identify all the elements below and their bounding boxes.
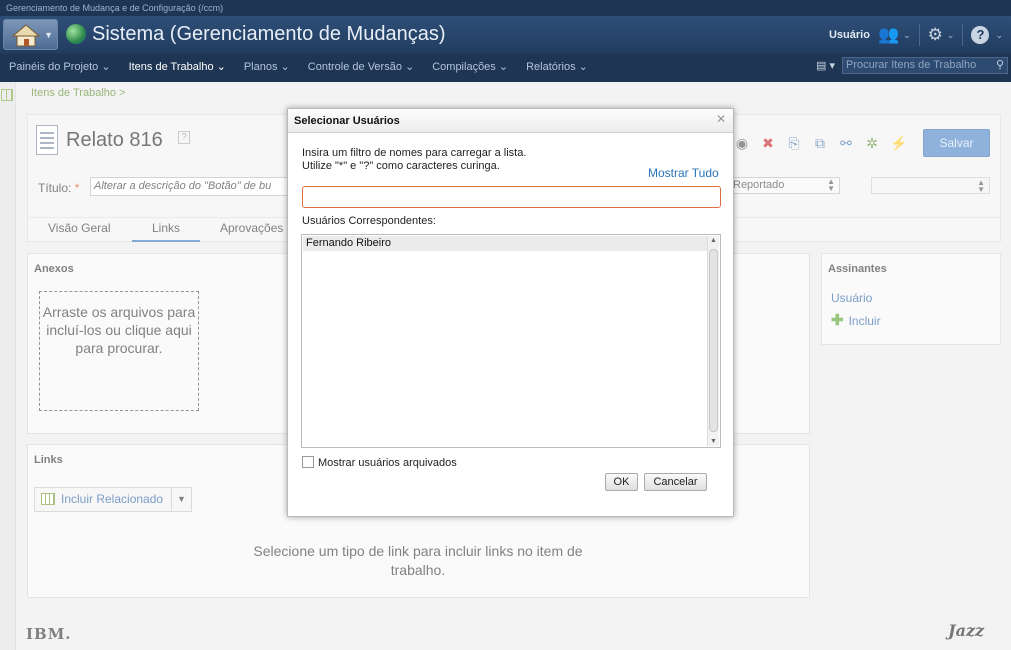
- search-placeholder: Procurar Itens de Trabalho: [846, 59, 977, 71]
- divider: [962, 24, 964, 46]
- chevron-down-icon[interactable]: ⌄: [995, 30, 1003, 41]
- app-caption: Gerenciamento de Mudança e de Configuraç…: [6, 3, 224, 13]
- scroll-down-icon[interactable]: ▼: [708, 438, 719, 445]
- user-filter-input[interactable]: [302, 186, 721, 208]
- matching-users-label: Usuários Correspondentes:: [302, 215, 436, 227]
- dialog-header: Selecionar Usuários ✕: [288, 109, 733, 133]
- search-input[interactable]: Procurar Itens de Trabalho ⚲: [842, 57, 1008, 74]
- divider: [918, 24, 920, 46]
- header-actions: Usuário 👥 ⌄ ⚙ ⌄ ? ⌄: [829, 16, 1011, 54]
- nav-plans[interactable]: Planos ⌄: [244, 60, 290, 73]
- nav-reports[interactable]: Relatórios ⌄: [526, 60, 588, 73]
- chevron-down-icon: ▼: [44, 30, 53, 40]
- dialog-instructions: Insira um filtro de nomes para carregar …: [302, 147, 527, 172]
- show-archived-label: Mostrar usuários arquivados: [318, 457, 457, 469]
- help-icon[interactable]: ?: [971, 26, 990, 44]
- globe-icon: [66, 24, 86, 44]
- nav-project-dashboards[interactable]: Painéis do Projeto ⌄: [9, 60, 111, 73]
- dialog-title: Selecionar Usuários: [294, 115, 400, 127]
- page-title: Sistema (Gerenciamento de Mudanças): [92, 23, 446, 45]
- home-button[interactable]: ▼: [3, 19, 58, 50]
- select-users-dialog: Selecionar Usuários ✕ Insira um filtro d…: [287, 108, 734, 517]
- users-icon[interactable]: 👥: [878, 25, 899, 45]
- scrollbar[interactable]: ▲ ▼: [707, 236, 719, 446]
- scroll-up-icon[interactable]: ▲: [708, 237, 719, 244]
- cancel-button[interactable]: Cancelar: [644, 473, 707, 491]
- close-icon[interactable]: ✕: [715, 113, 727, 125]
- user-label[interactable]: Usuário: [829, 29, 870, 41]
- chevron-down-icon[interactable]: ⌄: [903, 30, 911, 41]
- show-all-link[interactable]: Mostrar Tudo: [648, 166, 719, 180]
- home-icon: [11, 24, 41, 47]
- nav-builds[interactable]: Compilações ⌄: [432, 60, 508, 73]
- ok-button[interactable]: OK: [605, 473, 638, 491]
- show-archived-checkbox[interactable]: [302, 456, 314, 468]
- view-menu-icon[interactable]: ▤ ▾: [816, 59, 835, 72]
- main-nav: Painéis do Projeto ⌄ Itens de Trabalho ⌄…: [0, 56, 1011, 76]
- gear-icon[interactable]: ⚙: [928, 25, 943, 45]
- list-item[interactable]: Fernando Ribeiro: [303, 236, 707, 251]
- nav-source-control[interactable]: Controle de Versão ⌄: [308, 60, 414, 73]
- app-header: Gerenciamento de Mudança e de Configuraç…: [0, 0, 1011, 82]
- scroll-thumb[interactable]: [709, 249, 718, 432]
- matching-users-list[interactable]: Fernando Ribeiro ▲ ▼: [301, 234, 721, 448]
- nav-work-items[interactable]: Itens de Trabalho ⌄: [129, 60, 226, 73]
- chevron-down-icon[interactable]: ⌄: [947, 30, 955, 41]
- search-icon[interactable]: ⚲: [996, 58, 1004, 73]
- header-band: ▼ Sistema (Gerenciamento de Mudanças) Us…: [0, 16, 1011, 54]
